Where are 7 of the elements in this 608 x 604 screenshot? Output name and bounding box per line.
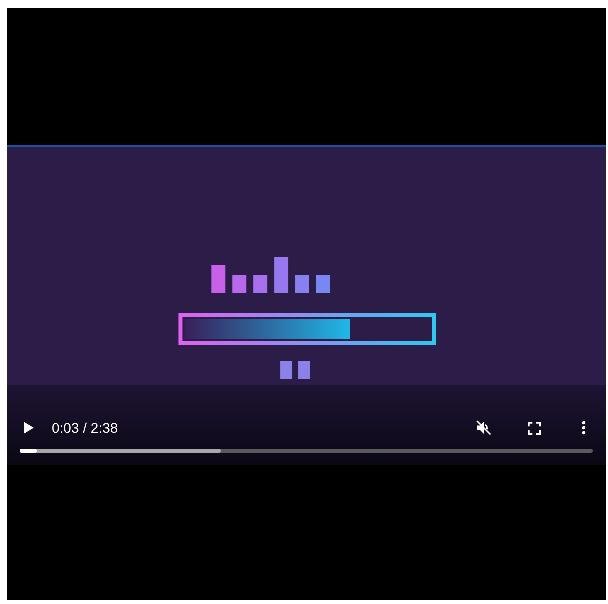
muted-speaker-icon <box>475 419 493 437</box>
play-icon <box>24 422 34 434</box>
seek-bar[interactable] <box>20 449 593 453</box>
more-options-icon <box>582 421 586 435</box>
fullscreen-icon <box>528 422 540 434</box>
muted-speaker-button[interactable] <box>474 418 494 438</box>
time-display: 0:03 / 2:38 <box>52 418 118 438</box>
